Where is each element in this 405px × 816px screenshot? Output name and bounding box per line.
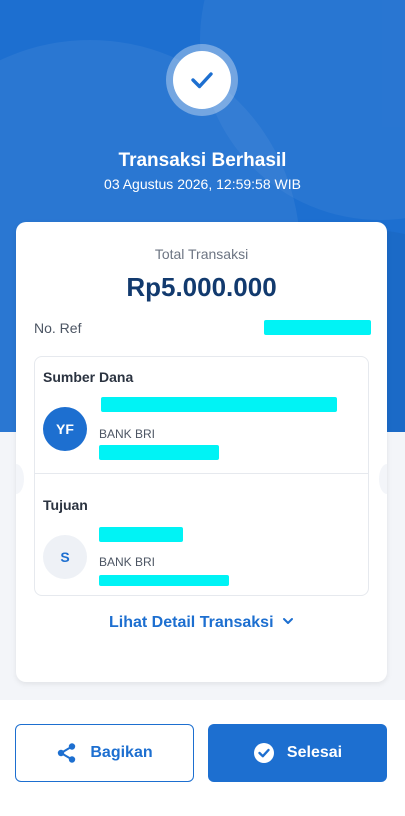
checkmark-icon [173,51,231,109]
done-button-label: Selesai [286,744,343,761]
divider [35,473,368,474]
source-account-redacted [99,445,219,460]
destination-section-title: Tujuan [43,497,88,513]
receipt-card: Total Transaksi Rp5.000.000 No. Ref Sumb… [16,222,387,682]
source-bank: BANK BRI [99,427,156,441]
share-button-label: Bagikan [90,744,153,761]
chevron-down-icon [282,614,294,632]
destination-bank: BANK BRI [99,555,156,569]
source-avatar: YF [43,407,87,451]
destination-name-redacted [99,527,183,542]
ref-number-redacted [264,320,371,335]
detail-link-label: Lihat Detail Transaksi [109,614,274,632]
share-button[interactable]: Bagikan [15,724,194,782]
done-button[interactable]: Selesai [208,724,387,782]
bottom-action-bar: Bagikan Selesai [0,700,405,816]
account-details-box: Sumber Dana YF BANK BRI Tujuan S BANK BR… [34,356,369,596]
transaction-datetime: 03 Agustus 2026, 12:59:58 WIB [104,176,301,192]
success-badge [166,44,238,116]
ticket-notch [16,464,24,494]
total-label: Total Transaksi [154,246,249,262]
total-amount: Rp5.000.000 [126,272,277,302]
check-circle-icon [253,742,275,764]
destination-account-redacted [99,575,229,586]
ticket-notch [379,464,387,494]
destination-avatar: S [43,535,87,579]
status-title: Transaksi Berhasil [118,150,287,171]
source-section-title: Sumber Dana [43,369,134,385]
view-transaction-detail-link[interactable]: Lihat Detail Transaksi [16,614,387,632]
ref-label: No. Ref [34,320,82,336]
share-icon [56,742,78,764]
source-name-redacted [101,397,337,412]
